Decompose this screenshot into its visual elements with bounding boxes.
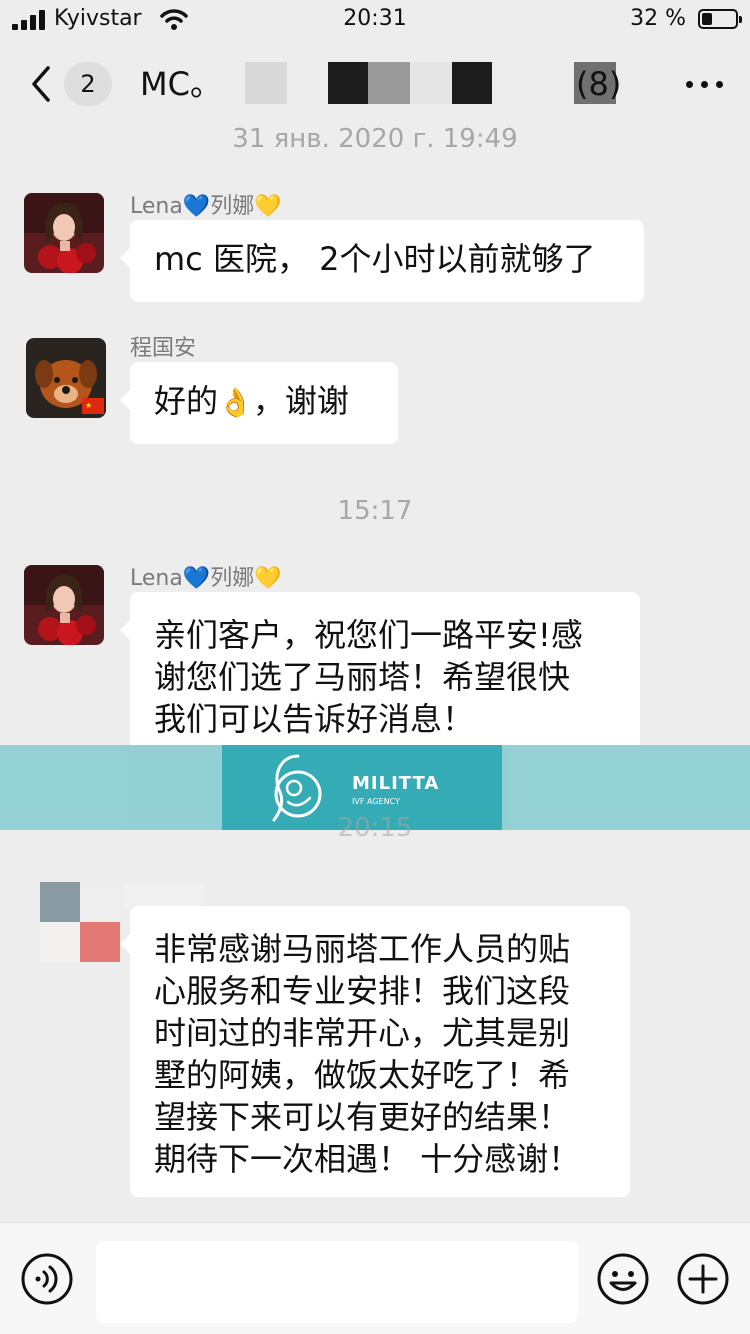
message-line: 谢您们选了马丽塔！希望很快 (154, 658, 571, 696)
sender-name-suffix: 列娜 (210, 566, 255, 591)
avatar-photo (24, 565, 104, 645)
battery-fill (702, 13, 712, 25)
timestamp: 31 янв. 2020 г. 19:49 (232, 124, 518, 154)
ok-hand-emoji-icon: 👌 (218, 386, 253, 419)
message-bubble[interactable]: 好的👌，谢谢 (120, 362, 398, 444)
message-line: 心服务和专业安排！我们这段 (154, 972, 571, 1010)
message-bubble[interactable]: mc 医院， 2个小时以前就够了 (120, 220, 644, 302)
message-text: ，谢谢 (252, 382, 349, 420)
sender-name-suffix: 列娜 (210, 194, 255, 219)
yellow-heart-icon: 💛 (254, 194, 282, 219)
avatar[interactable] (24, 565, 104, 645)
more-options-icon[interactable] (680, 70, 730, 98)
unread-badge[interactable]: 2 (64, 62, 112, 106)
sender-name-text: Lena (130, 566, 183, 591)
chat-header: 2 MC。 (8) (0, 40, 750, 128)
message-line: 时间过的非常开心，尤其是别 (154, 1014, 571, 1052)
sender-name: Lena💙列娜💛 (130, 560, 282, 592)
message-input[interactable] (96, 1241, 578, 1323)
status-bar: Kyivstar 20:31 32 % (0, 0, 750, 40)
message-line: 亲们客户，祝您们一路平安!感 (154, 616, 583, 654)
blue-heart-icon: 💙 (182, 194, 211, 219)
avatar-photo (24, 193, 104, 273)
sender-name: 程国安 (130, 336, 197, 361)
voice-input-icon[interactable] (20, 1252, 74, 1306)
sender-name: Lena💙列娜💛 (130, 188, 282, 220)
message-line: 我们可以告诉好消息！ (154, 700, 475, 738)
member-count: (8) (576, 65, 622, 103)
avatar[interactable] (24, 193, 104, 273)
watermark-name: MILITTA (352, 773, 440, 794)
emoji-icon[interactable] (596, 1252, 650, 1306)
blue-heart-icon: 💙 (182, 566, 211, 591)
message-bubble[interactable]: 非常感谢马丽塔工作人员的贴 心服务和专业安排！我们这段 时间过的非常开心，尤其是… (120, 906, 630, 1197)
message-line: 非常感谢马丽塔工作人员的贴 (154, 930, 571, 968)
battery-percent: 32 % (630, 6, 686, 31)
chat-title: MC。 (140, 65, 222, 103)
avatar[interactable] (40, 882, 120, 962)
svg-text:★: ★ (85, 401, 92, 410)
add-plus-icon[interactable] (676, 1252, 730, 1306)
sender-name-text: Lena (130, 194, 183, 219)
message-bubble[interactable]: 亲们客户，祝您们一路平安!感 谢您们选了马丽塔！希望很快 我们可以告诉好消息！ (120, 592, 640, 760)
timestamp: 15:17 (337, 496, 413, 526)
back-chevron-icon[interactable] (22, 62, 62, 106)
message-text: mc 医院， 2个小时以前就够了 (154, 240, 596, 278)
timestamp: 20:15 (337, 813, 413, 843)
message-line: 期待下一次相遇！ 十分感谢！ (154, 1140, 581, 1178)
message-line: 墅的阿姨，做饭太好吃了！希 (154, 1056, 571, 1094)
message-text: 好的 (154, 382, 219, 420)
avatar[interactable]: ★ (26, 338, 106, 418)
yellow-heart-icon: 💛 (254, 566, 282, 591)
message-line: 望接下来可以有更好的结果！ (154, 1098, 571, 1136)
avatar-photo: ★ (26, 338, 106, 418)
battery-icon (698, 9, 742, 29)
watermark-subtitle: IVF AGENCY (352, 797, 400, 806)
input-bar (0, 1222, 750, 1334)
